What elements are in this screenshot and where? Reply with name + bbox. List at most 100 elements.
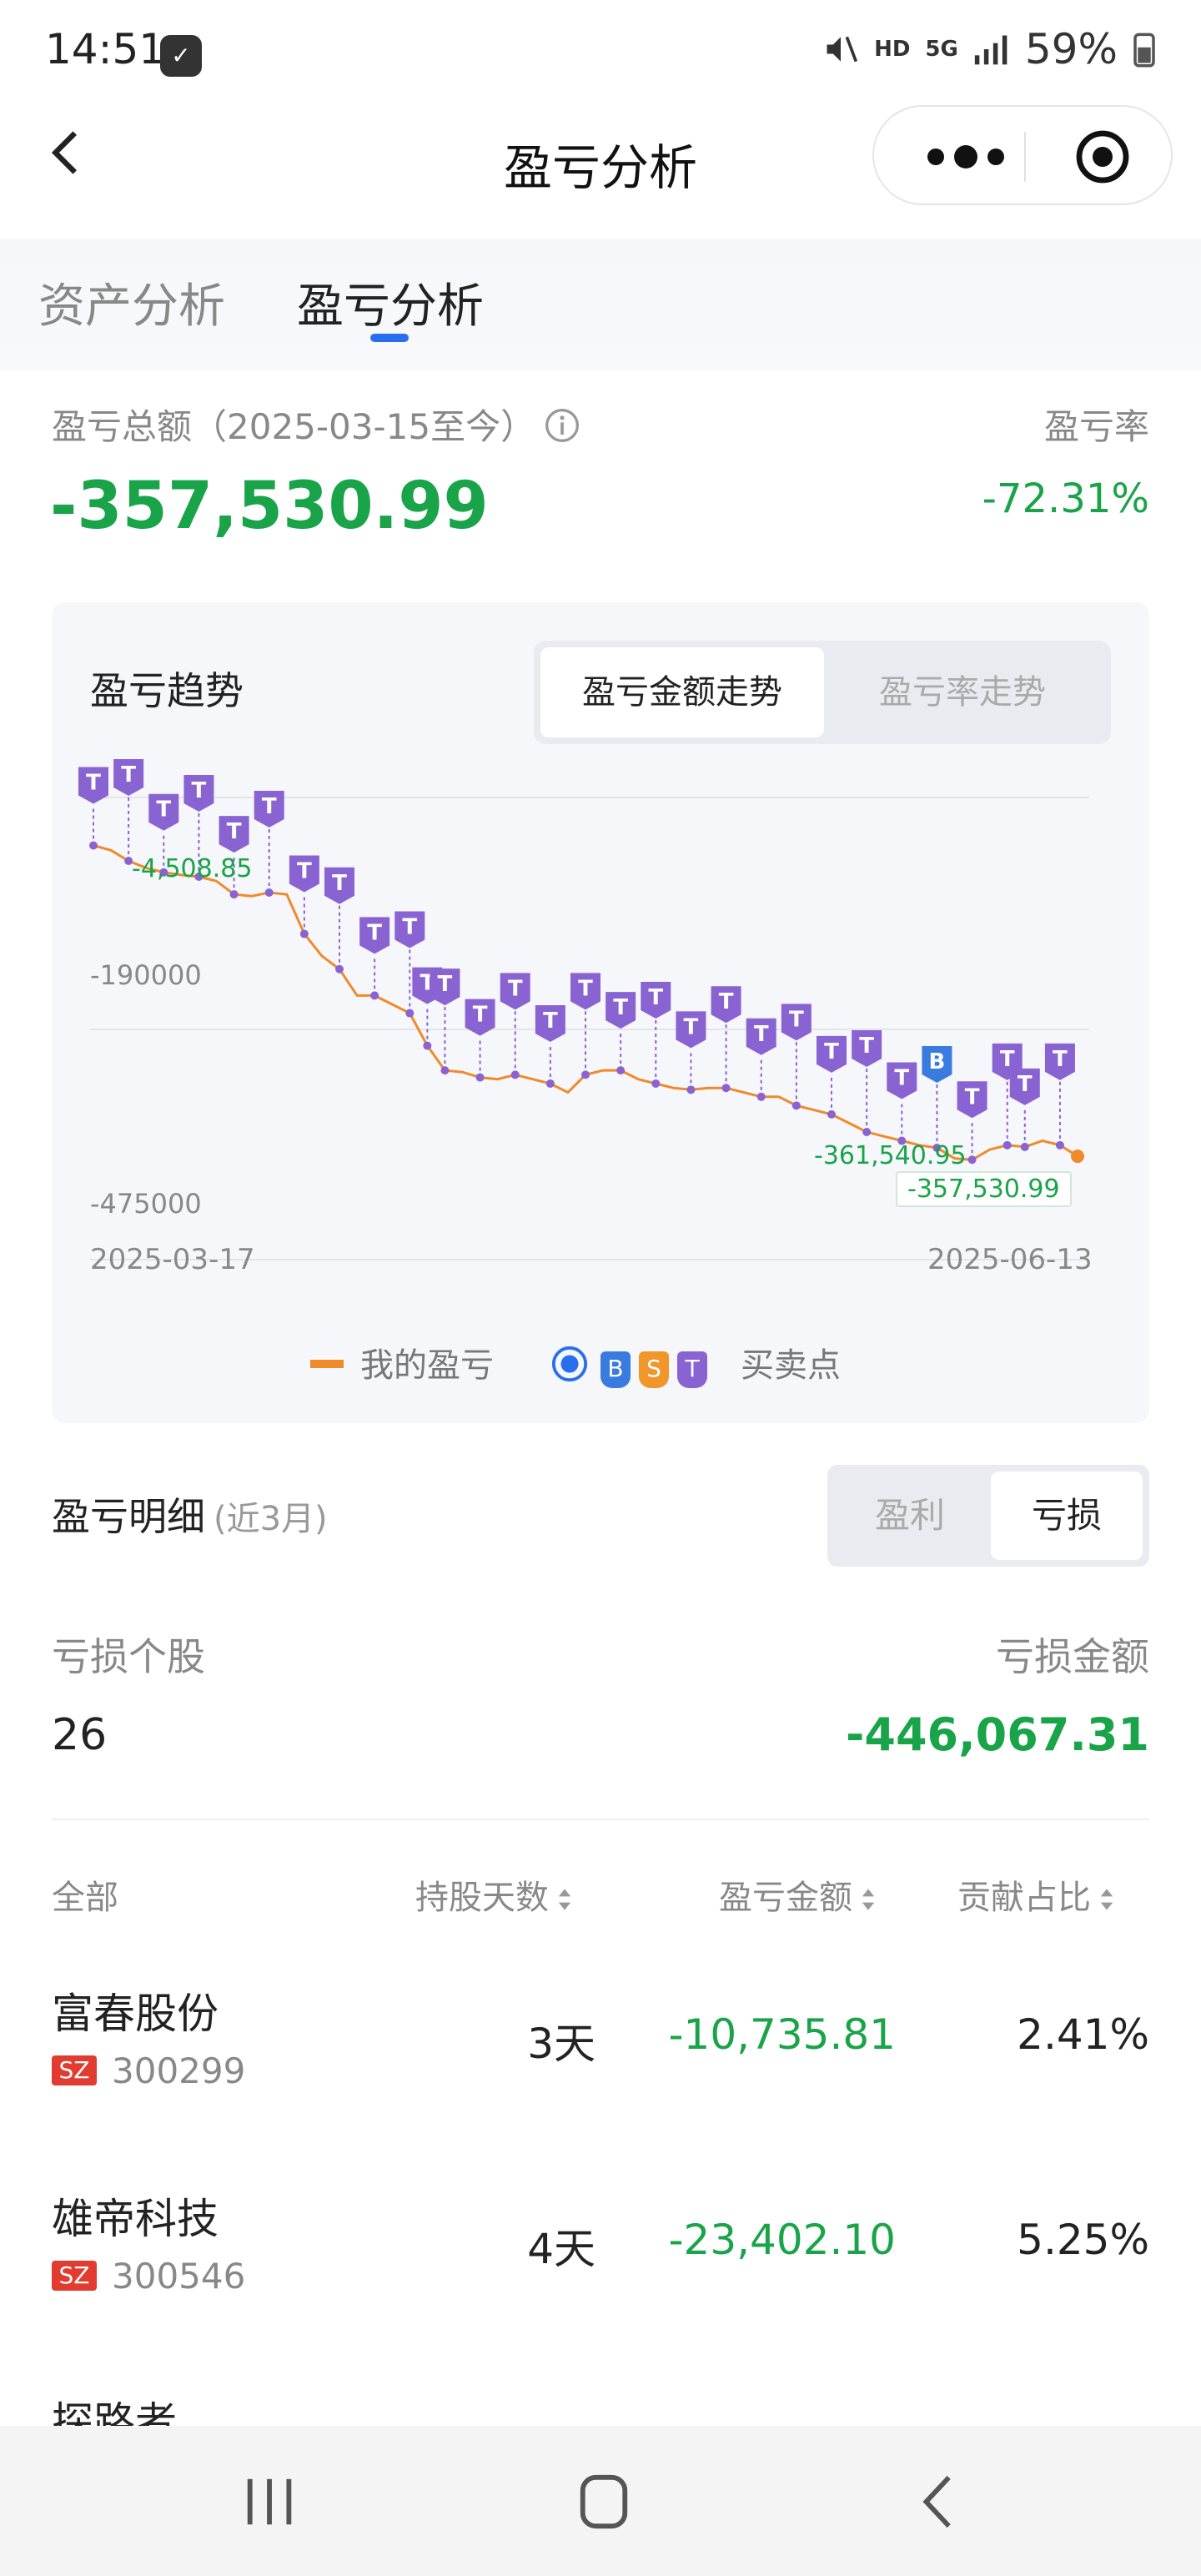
trade-point-dot[interactable] <box>1055 1140 1064 1150</box>
trade-marker-b[interactable]: B <box>922 1045 952 1083</box>
trade-marker-t[interactable]: T <box>535 1004 565 1042</box>
mini-program-capsule <box>872 105 1173 205</box>
trade-marker-t[interactable]: T <box>1009 1068 1040 1105</box>
notification-badge-icon: ✓ <box>160 35 202 77</box>
loss-stock-label: 亏损个股 <box>52 1634 205 1679</box>
trade-marker-t[interactable]: T <box>500 973 530 1010</box>
trade-point-dot[interactable] <box>229 890 239 899</box>
trade-marker-t[interactable]: T <box>183 774 214 812</box>
close-target-icon[interactable] <box>1074 128 1131 185</box>
trade-marker-letter: T <box>613 995 628 1020</box>
trade-marker-t[interactable]: T <box>676 1011 706 1049</box>
detail-title: 盈亏明细 (近3月) <box>52 1487 328 1542</box>
more-icon[interactable] <box>916 130 1016 184</box>
trade-marker-t[interactable]: T <box>781 1004 812 1041</box>
trade-marker-letter: T <box>1000 1047 1015 1072</box>
trade-point-dot[interactable] <box>264 888 274 897</box>
trade-marker-t[interactable]: T <box>148 793 179 831</box>
trade-marker-t[interactable]: T <box>641 981 671 1019</box>
last-point-dot <box>1071 1150 1084 1164</box>
trade-point-dot[interactable] <box>581 1070 590 1079</box>
data-label-last: -357,530.99 <box>896 1171 1072 1207</box>
y-tick-1: -190000 <box>90 959 202 991</box>
trade-marker-t[interactable]: T <box>1044 1043 1075 1080</box>
trade-point-dot[interactable] <box>475 1073 485 1082</box>
trade-marker-t[interactable]: T <box>359 917 390 954</box>
mute-icon <box>827 36 858 63</box>
column-contribution-label: 贡献占比 <box>957 1879 1091 1917</box>
trade-marker-t[interactable]: T <box>711 986 741 1024</box>
trade-marker-t[interactable]: T <box>254 790 284 828</box>
column-pnl-amount[interactable]: 盈亏金额 <box>719 1870 876 1919</box>
trade-marker-t[interactable]: T <box>324 867 354 904</box>
loss-amount-value: -446,067.31 <box>845 1708 1149 1761</box>
trade-point-dot[interactable] <box>510 1070 520 1079</box>
detail-title-text: 盈亏明细 <box>52 1494 205 1539</box>
trade-marker-t[interactable]: T <box>113 758 144 796</box>
trade-point-dot[interactable] <box>89 841 98 850</box>
trade-point-dot[interactable] <box>405 1009 415 1018</box>
trade-point-dot[interactable] <box>686 1085 696 1094</box>
trade-point-dot[interactable] <box>827 1109 836 1119</box>
trade-point-dot[interactable] <box>299 929 309 938</box>
tab-asset-analysis[interactable]: 资产分析 <box>38 269 225 336</box>
trade-point-dot[interactable] <box>862 1127 872 1136</box>
home-icon[interactable] <box>570 2473 637 2531</box>
column-all[interactable]: 全部 <box>52 1870 118 1919</box>
detail-subtitle: (近3月) <box>214 1500 328 1538</box>
loss-stock-count: 26 <box>52 1710 108 1760</box>
filter-profit[interactable]: 盈利 <box>834 1472 986 1560</box>
trade-point-dot[interactable] <box>791 1101 801 1110</box>
status-indicators: HD 5G 59% <box>822 25 1156 73</box>
trade-marker-letter: T <box>894 1066 909 1091</box>
table-row[interactable]: 雄帝科技 SZ 300546 4天 -23,402.10 5.25% <box>0 2174 1201 2357</box>
column-contribution[interactable]: 贡献占比 <box>957 1870 1114 1919</box>
trade-point-dot[interactable] <box>651 1079 661 1088</box>
trade-point-dot[interactable] <box>721 1084 731 1093</box>
info-icon[interactable] <box>544 407 580 444</box>
nav-bar: 盈亏分析 <box>0 103 1201 214</box>
data-label-first: -4,508.85 <box>132 854 253 883</box>
tab-pnl-analysis[interactable]: 盈亏分析 <box>297 269 484 336</box>
trade-point-dot[interactable] <box>370 991 379 1000</box>
y-tick-2: -475000 <box>90 1188 202 1220</box>
status-bar: 14:51 ✓ HD 5G 59% <box>0 0 1201 103</box>
column-holding-days[interactable]: 持股天数 <box>415 1870 572 1919</box>
trade-point-dot[interactable] <box>440 1066 450 1075</box>
legend-points-label: 买卖点 <box>741 1346 841 1385</box>
trade-marker-letter: T <box>648 985 663 1010</box>
recent-apps-icon[interactable] <box>237 2473 304 2531</box>
trade-marker-letter: T <box>543 1009 558 1034</box>
trade-marker-t[interactable]: T <box>746 1018 776 1055</box>
trade-marker-t[interactable]: T <box>887 1062 917 1099</box>
total-pnl-value: -357,530.99 <box>50 469 489 544</box>
legend-trade-points[interactable]: B S T 买卖点 <box>550 1338 841 1388</box>
trade-point-dot[interactable] <box>545 1079 555 1088</box>
trade-point-dot[interactable] <box>616 1066 626 1075</box>
trade-point-dot[interactable] <box>423 1041 432 1050</box>
radio-selected-icon[interactable] <box>550 1345 589 1383</box>
trade-marker-t[interactable]: T <box>289 855 319 893</box>
contribution-pct: 5.25% <box>1017 2216 1149 2264</box>
trade-point-dot[interactable] <box>1020 1142 1029 1151</box>
trade-marker-t[interactable]: T <box>570 973 600 1010</box>
trade-marker-t[interactable]: T <box>817 1035 847 1073</box>
legend-line-swatch <box>310 1360 344 1368</box>
trade-marker-letter: T <box>789 1007 804 1032</box>
table-row[interactable]: 富春股份 SZ 300299 3天 -10,735.81 2.41% <box>0 1969 1201 2152</box>
trade-marker-t[interactable]: T <box>957 1081 987 1119</box>
trade-marker-t[interactable]: T <box>219 816 249 853</box>
trade-marker-letter: T <box>332 871 347 896</box>
trade-point-dot[interactable] <box>335 964 344 974</box>
table-row[interactable]: 探路者 <box>0 2379 1201 2426</box>
trade-marker-t[interactable]: T <box>394 911 425 948</box>
system-back-icon[interactable] <box>906 2473 972 2531</box>
trade-marker-t[interactable]: T <box>852 1029 882 1067</box>
trade-point-dot[interactable] <box>756 1092 766 1101</box>
trade-marker-t[interactable]: T <box>606 992 636 1029</box>
filter-loss[interactable]: 亏损 <box>991 1472 1143 1560</box>
pnl-summary: 盈亏总额（2025-03-15至今） 盈亏率 -357,530.99 -72.3… <box>0 370 1201 596</box>
capsule-divider <box>1024 132 1026 182</box>
trade-point-dot[interactable] <box>967 1155 977 1165</box>
trade-point-dot[interactable] <box>1003 1140 1012 1150</box>
